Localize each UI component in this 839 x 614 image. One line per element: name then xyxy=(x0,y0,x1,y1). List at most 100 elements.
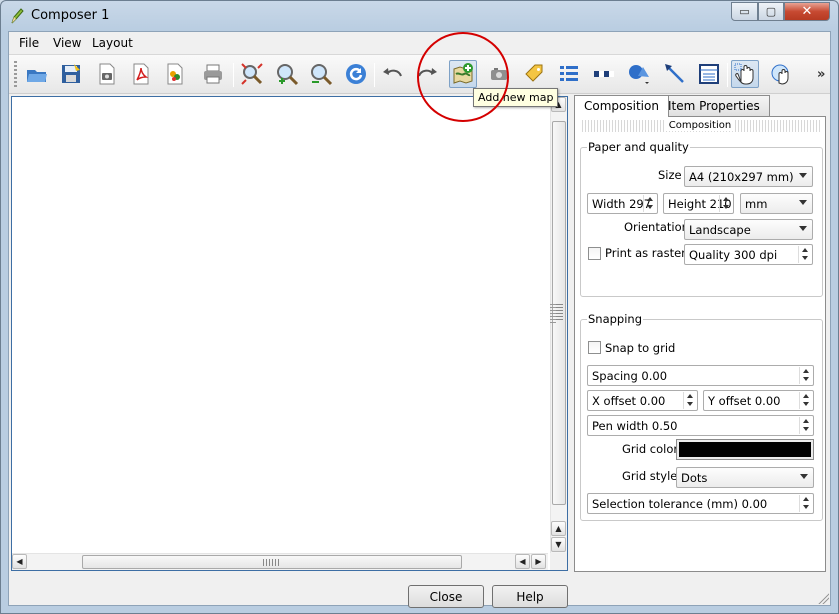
spacing-value: Spacing 0.00 xyxy=(592,369,668,383)
close-button[interactable]: Close xyxy=(408,585,484,608)
quality-spinbox[interactable]: Quality 300 dpi xyxy=(684,244,813,265)
snapping-group: Snapping Snap to grid Spacing 0.00 X off… xyxy=(580,312,823,521)
orientation-value: Landscape xyxy=(689,223,751,237)
width-spinbox[interactable]: Width 297 xyxy=(587,193,658,214)
chevron-down-icon xyxy=(799,200,807,205)
chevron-down-icon xyxy=(799,173,807,178)
scroll-left-button-right[interactable]: ◀ xyxy=(515,554,530,569)
add-legend-icon xyxy=(560,66,578,81)
grid-color-label: Grid color xyxy=(622,442,679,456)
add-scalebar-button[interactable] xyxy=(590,60,618,88)
maximize-button[interactable]: ▢ xyxy=(758,2,784,21)
select-move-item-icon xyxy=(734,63,754,85)
add-shape-button[interactable] xyxy=(625,60,653,88)
undo-button[interactable] xyxy=(379,60,407,88)
undo-icon xyxy=(383,68,402,77)
pen-width-spinbox[interactable]: Pen width 0.50 xyxy=(587,415,814,436)
add-table-button[interactable] xyxy=(695,60,723,88)
composition-panel: Composition Item Properties Composition … xyxy=(574,95,830,575)
add-label-button[interactable] xyxy=(520,60,548,88)
orientation-label: Orientation xyxy=(624,220,689,234)
save-icon xyxy=(62,64,80,83)
spacing-spinbox[interactable]: Spacing 0.00 xyxy=(587,365,814,386)
scroll-right-button[interactable]: ▶ xyxy=(531,554,546,569)
add-image-icon xyxy=(491,68,507,80)
grid-color-button[interactable] xyxy=(676,439,814,460)
grid-style-value: Dots xyxy=(681,471,708,485)
print-raster-label[interactable]: Print as raster xyxy=(605,246,686,260)
scroll-up-button-lower[interactable]: ▲ xyxy=(551,521,566,536)
vertical-scrollbar[interactable]: ▲ ▲ ▼ xyxy=(550,97,567,553)
size-label: Size xyxy=(658,168,682,182)
window-title: Composer 1 xyxy=(31,8,110,23)
snap-grid-label[interactable]: Snap to grid xyxy=(605,341,675,355)
load-template-button[interactable] xyxy=(23,60,51,88)
x-offset-spinbox[interactable]: X offset 0.00 xyxy=(587,390,698,411)
move-content-button[interactable] xyxy=(767,60,795,88)
spin-arrows-icon xyxy=(799,367,812,384)
zoom-full-button[interactable] xyxy=(238,60,266,88)
tab-item-properties[interactable]: Item Properties xyxy=(658,95,770,116)
unit-combo[interactable]: mm xyxy=(740,193,813,214)
scroll-down-button[interactable]: ▼ xyxy=(551,537,566,552)
menu-layout[interactable]: Layout xyxy=(92,36,133,50)
size-combo[interactable]: A4 (210x297 mm) xyxy=(684,166,813,187)
menu-bar: File View Layout xyxy=(9,32,830,54)
grid-style-combo[interactable]: Dots xyxy=(676,467,814,488)
add-legend-button[interactable] xyxy=(555,60,583,88)
y-offset-spinbox[interactable]: Y offset 0.00 xyxy=(703,390,814,411)
save-template-button[interactable] xyxy=(57,60,85,88)
add-image-button[interactable] xyxy=(485,60,513,88)
menu-view[interactable]: View xyxy=(53,36,81,50)
size-value: A4 (210x297 mm) xyxy=(689,170,794,184)
refresh-view-button[interactable] xyxy=(342,60,370,88)
tab-composition[interactable]: Composition xyxy=(574,95,669,117)
minimize-button[interactable]: ▭ xyxy=(731,2,758,21)
snap-grid-checkbox[interactable] xyxy=(588,341,601,354)
horizontal-scroll-thumb[interactable] xyxy=(82,555,462,569)
export-image-button[interactable] xyxy=(93,60,121,88)
tolerance-spinbox[interactable]: Selection tolerance (mm) 0.00 xyxy=(587,493,814,514)
composer-toolbar: » xyxy=(9,54,830,94)
zoom-out-button[interactable] xyxy=(307,60,335,88)
grid-color-swatch xyxy=(679,442,811,457)
print-raster-checkbox[interactable] xyxy=(588,247,601,260)
toolbar-handle[interactable] xyxy=(14,61,17,89)
orientation-combo[interactable]: Landscape xyxy=(684,219,813,240)
zoom-full-icon xyxy=(241,63,263,85)
chevron-down-icon xyxy=(799,226,807,231)
composer-canvas[interactable] xyxy=(12,97,548,553)
resize-grip-icon[interactable] xyxy=(817,592,829,604)
close-window-button[interactable]: ✕ xyxy=(784,2,830,21)
select-move-item-button[interactable] xyxy=(731,60,759,88)
spin-arrows-icon xyxy=(643,195,656,212)
title-bar[interactable]: Composer 1 ▭ ▢ ✕ xyxy=(1,1,838,31)
add-label-icon xyxy=(525,64,543,82)
scroll-corner xyxy=(550,553,567,570)
print-button[interactable] xyxy=(199,60,227,88)
horizontal-scrollbar[interactable]: ◀ ◀ ▶ xyxy=(12,553,548,570)
height-spinbox[interactable]: Height 210 xyxy=(663,193,734,214)
unit-value: mm xyxy=(745,197,768,211)
toolbar-separator xyxy=(374,63,375,87)
redo-button[interactable] xyxy=(413,60,441,88)
composer-window: Composer 1 ▭ ▢ ✕ File View Layout » Add … xyxy=(0,0,839,614)
scroll-left-button[interactable]: ◀ xyxy=(12,554,27,569)
composer-canvas-frame: ▲ ▲ ▼ ◀ ◀ ▶ xyxy=(11,96,568,571)
export-pdf-button[interactable] xyxy=(127,60,155,88)
add-arrow-button[interactable] xyxy=(661,60,689,88)
help-button[interactable]: Help xyxy=(492,585,568,608)
y-offset-value: Y offset 0.00 xyxy=(708,394,781,408)
export-svg-button[interactable] xyxy=(161,60,189,88)
spin-arrows-icon xyxy=(798,246,811,263)
snapping-title: Snapping xyxy=(587,312,644,326)
zoom-in-button[interactable] xyxy=(273,60,301,88)
toolbar-overflow-button[interactable]: » xyxy=(817,67,825,82)
export-svg-icon xyxy=(167,63,183,85)
add-new-map-button[interactable] xyxy=(449,60,477,88)
qgis-pencil-icon xyxy=(11,8,24,24)
menu-file[interactable]: File xyxy=(19,36,39,50)
dock-splitter-handle[interactable] xyxy=(550,304,556,324)
client-area: File View Layout » Add new map ▲ ▲ ▼ ◀ ◀… xyxy=(8,31,831,608)
export-pdf-icon xyxy=(133,63,149,85)
